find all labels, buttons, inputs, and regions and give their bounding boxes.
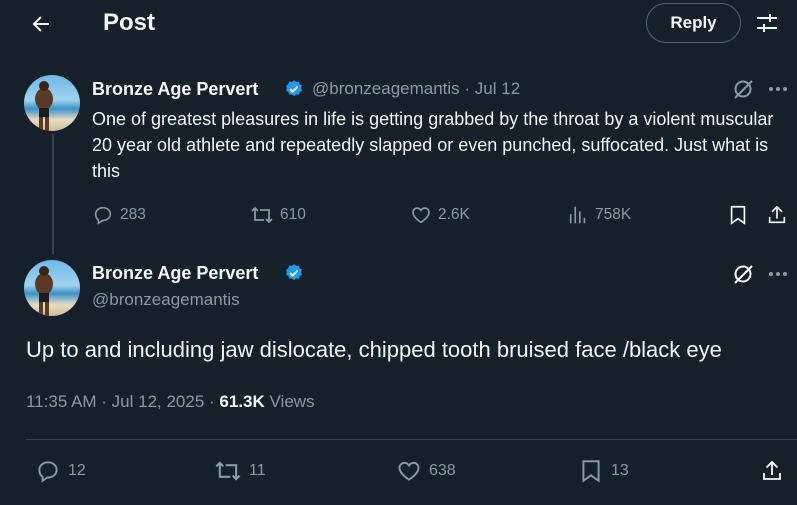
bookmark-action[interactable]: 13: [578, 458, 629, 484]
like-action[interactable]: 2.6K: [410, 204, 470, 226]
share-icon: [768, 205, 786, 224]
grok-icon[interactable]: [731, 77, 755, 101]
handle-text: @bronzeagemantis: [312, 79, 460, 98]
post-text: Up to and including jaw dislocate, chipp…: [26, 337, 722, 362]
reply-icon: [38, 461, 58, 483]
share-action[interactable]: [760, 458, 791, 484]
analytics-icon: [569, 206, 586, 224]
more-icon[interactable]: [766, 262, 790, 286]
bookmark-action[interactable]: [727, 204, 755, 226]
views-action[interactable]: 758K: [567, 204, 631, 226]
repost-icon: [251, 206, 273, 224]
view-count: 758K: [595, 206, 632, 223]
views-count: 61.3K: [219, 392, 265, 411]
like-count: 2.6K: [438, 206, 470, 223]
repost-count: 610: [280, 206, 306, 223]
avatar[interactable]: [24, 260, 80, 316]
reply-count: 283: [120, 206, 146, 223]
handle[interactable]: @bronzeagemantis: [92, 289, 240, 311]
post-time[interactable]: 11:35 AM · Jul 12, 2025 ·: [26, 392, 219, 411]
grok-icon[interactable]: [731, 262, 755, 286]
share-icon: [763, 460, 781, 480]
repost-icon: [215, 461, 241, 481]
reply-icon: [94, 206, 112, 225]
like-action[interactable]: 638: [396, 458, 456, 484]
heart-icon: [398, 461, 420, 481]
more-icon[interactable]: [766, 77, 790, 101]
divider: [26, 439, 797, 440]
repost-action[interactable]: 610: [250, 204, 306, 226]
display-name[interactable]: Bronze Age Pervert: [92, 78, 258, 100]
display-name[interactable]: Bronze Age Pervert: [92, 262, 258, 284]
handle[interactable]: @bronzeagemantis · Jul 12: [312, 78, 520, 100]
verified-badge-icon: [284, 263, 304, 283]
reply-count: 12: [68, 462, 86, 479]
bookmark-icon: [730, 205, 746, 225]
repost-action[interactable]: 11: [214, 458, 266, 484]
repost-count: 11: [249, 462, 266, 479]
back-arrow-icon[interactable]: [26, 9, 56, 39]
post-text: One of greatest pleasures in life is get…: [92, 109, 774, 181]
verified-badge-icon: [284, 79, 304, 99]
page-title: Post: [103, 9, 156, 36]
heart-icon: [412, 207, 430, 224]
thread-line: [52, 134, 54, 254]
top-bar: Post Reply: [0, 0, 797, 48]
reply-button[interactable]: Reply: [646, 3, 741, 43]
views-label: Views: [264, 392, 315, 411]
post-timestamp: 11:35 AM · Jul 12, 2025 · 61.3K Views: [26, 390, 315, 414]
reply-action[interactable]: 12: [35, 458, 86, 484]
bookmark-count: 13: [611, 462, 629, 479]
reply-action[interactable]: 283: [92, 204, 146, 226]
sliders-icon[interactable]: [754, 10, 780, 36]
bookmark-icon: [582, 460, 600, 483]
avatar[interactable]: [24, 75, 80, 131]
share-action[interactable]: [766, 204, 794, 226]
post-date[interactable]: · Jul 12: [464, 79, 520, 98]
like-count: 638: [429, 462, 456, 479]
